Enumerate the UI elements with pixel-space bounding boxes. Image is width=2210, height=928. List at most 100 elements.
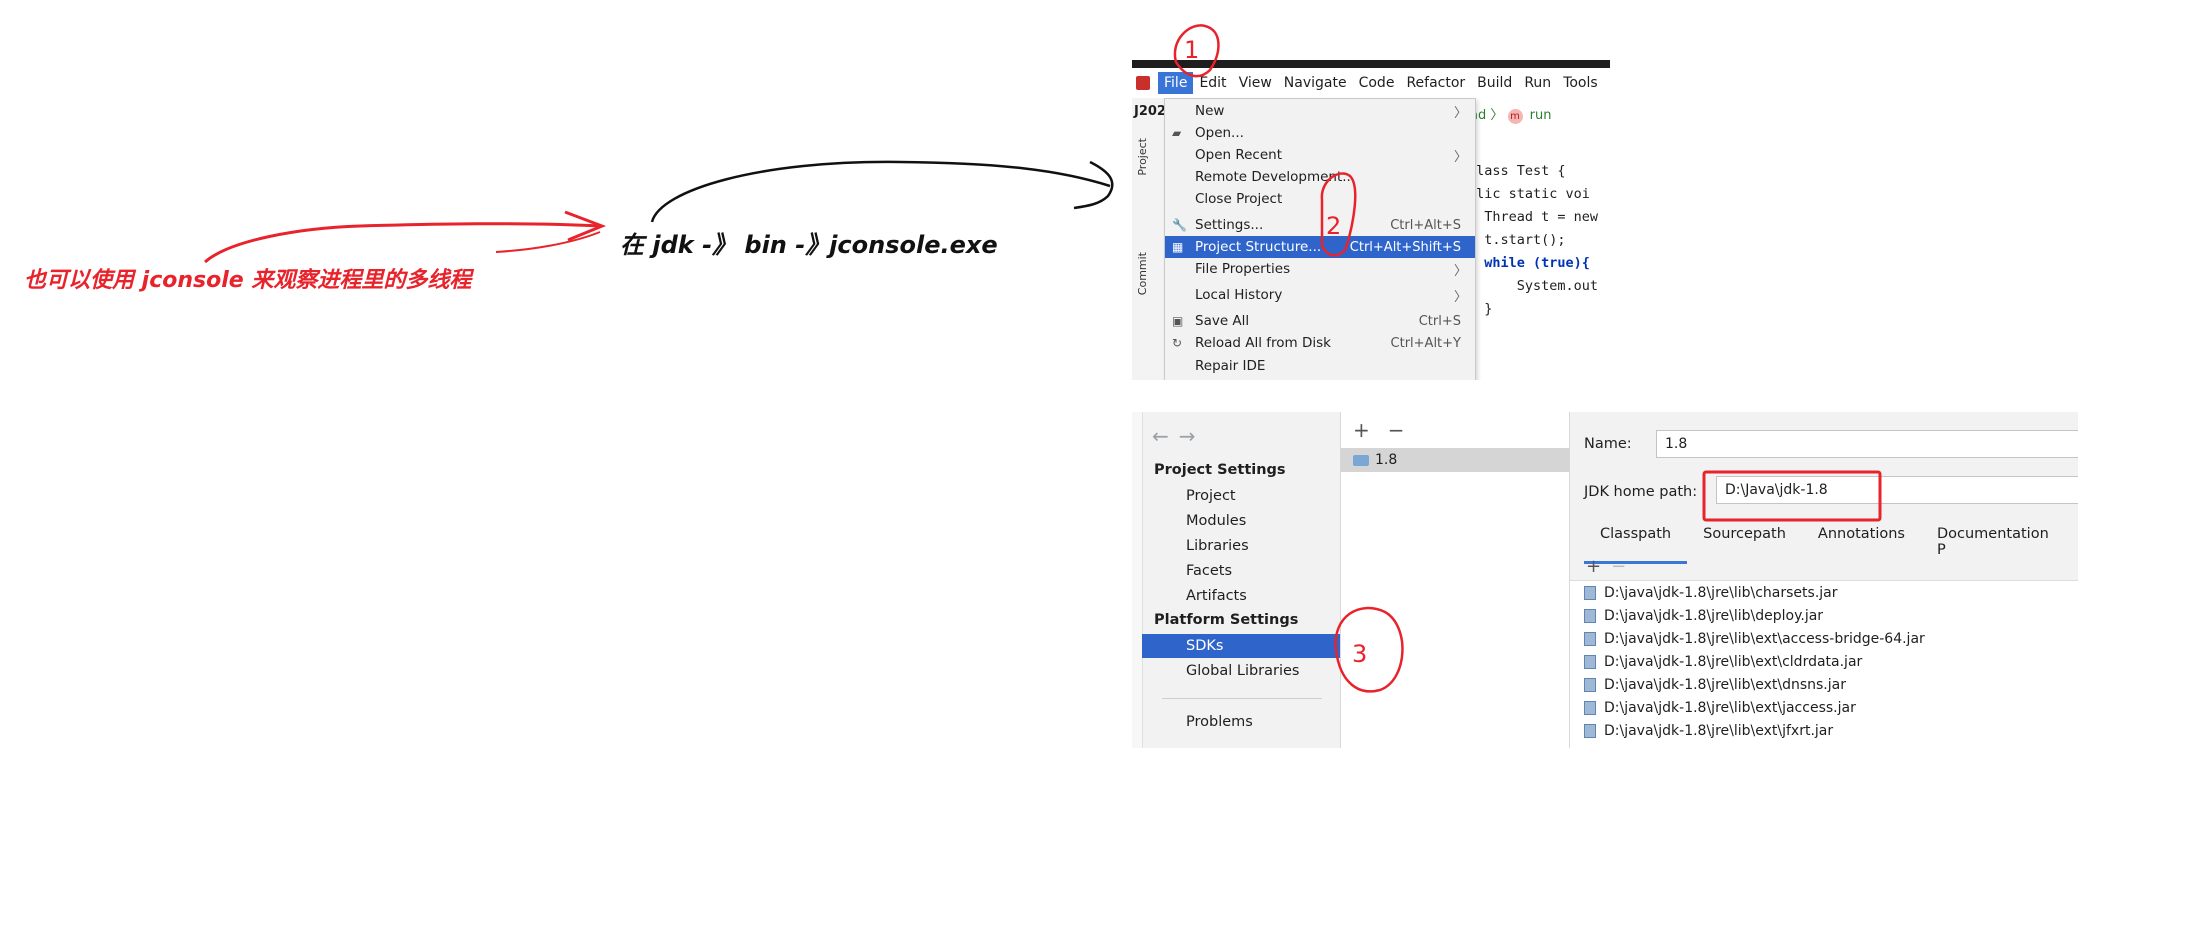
- jdk-home-label: JDK home path:: [1584, 484, 1698, 500]
- settings-sidebar: ←→ Project Settings Project Modules Libr…: [1132, 412, 1341, 748]
- sidebar-item-modules[interactable]: Modules: [1142, 509, 1340, 533]
- project-tool-tab[interactable]: Project: [1136, 138, 1149, 176]
- menu-item-repair-ide[interactable]: Repair IDE: [1165, 355, 1475, 377]
- nav-arrows: ←→: [1152, 424, 1206, 448]
- commit-tool-tab[interactable]: Commit: [1136, 252, 1149, 295]
- ide-file-menu-screenshot: File Edit View Navigate Code Refactor Bu…: [1132, 60, 1610, 380]
- menu-item-local-history[interactable]: Local History 〉: [1165, 284, 1475, 306]
- menu-code[interactable]: Code: [1353, 72, 1401, 94]
- menu-item-reload-all[interactable]: ↻ Reload All from Disk Ctrl+Alt+Y: [1165, 332, 1475, 354]
- sidebar-item-libraries[interactable]: Libraries: [1142, 534, 1340, 558]
- menu-run[interactable]: Run: [1518, 72, 1557, 94]
- jar-icon: [1584, 724, 1596, 738]
- project-settings-heading: Project Settings: [1154, 462, 1286, 478]
- code-line: Thread t = new: [1468, 209, 1599, 225]
- code-line: while (true){: [1468, 255, 1590, 271]
- chevron-right-icon: 〉: [1490, 108, 1504, 123]
- red-arrow: [204, 222, 601, 264]
- sidebar-item-artifacts[interactable]: Artifacts: [1142, 584, 1340, 608]
- name-label: Name:: [1584, 436, 1632, 452]
- sidebar-item-sdks[interactable]: SDKs: [1142, 634, 1340, 658]
- remove-icon[interactable]: −: [1388, 418, 1423, 442]
- title-bar: [1132, 60, 1610, 68]
- menu-item-save-all[interactable]: ▣ Save All Ctrl+S: [1165, 310, 1475, 332]
- menu-item-project-structure[interactable]: ▦ Project Structure... Ctrl+Alt+Shift+S: [1165, 236, 1475, 258]
- red-arrowhead: [564, 210, 607, 242]
- jar-icon: [1584, 701, 1596, 715]
- list-item[interactable]: D:\java\jdk-1.8\jre\lib\charsets.jar: [1584, 585, 1838, 601]
- jar-icon: [1584, 632, 1596, 646]
- code-line: blic static voi: [1468, 186, 1590, 202]
- list-item[interactable]: D:\java\jdk-1.8\jre\lib\ext\jfxrt.jar: [1584, 723, 1833, 739]
- project-name: J202: [1134, 104, 1166, 119]
- back-arrow-icon[interactable]: ←: [1152, 424, 1179, 448]
- menu-file[interactable]: File: [1158, 72, 1194, 94]
- menu-tools[interactable]: Tools: [1557, 72, 1604, 94]
- add-icon[interactable]: +: [1353, 418, 1388, 442]
- menu-item-open-recent[interactable]: Open Recent 〉: [1165, 144, 1475, 166]
- code-editor[interactable]: class Test { blic static voi Thread t = …: [1468, 160, 1598, 321]
- list-item[interactable]: D:\java\jdk-1.8\jre\lib\ext\dnsns.jar: [1584, 677, 1846, 693]
- jconsole-note: 也可以使用 jconsole 来观察进程里的多线程: [24, 268, 472, 293]
- tab-annotations[interactable]: Annotations: [1802, 522, 1921, 564]
- classpath-toolbar: +−: [1586, 556, 1636, 577]
- folder-icon: [1353, 454, 1369, 466]
- add-icon[interactable]: +: [1586, 556, 1611, 577]
- project-structure-icon: ▦: [1172, 240, 1184, 254]
- jar-icon: [1584, 586, 1596, 600]
- breadcrumb-method[interactable]: run: [1530, 108, 1552, 123]
- menu-refactor[interactable]: Refactor: [1400, 72, 1471, 94]
- list-item[interactable]: D:\java\jdk-1.8\jre\lib\ext\cldrdata.jar: [1584, 654, 1862, 670]
- forward-arrow-icon[interactable]: →: [1179, 424, 1206, 448]
- list-item[interactable]: D:\java\jdk-1.8\jre\lib\ext\jaccess.jar: [1584, 700, 1856, 716]
- chevron-right-icon: 〉: [1453, 149, 1467, 165]
- menu-bar: File Edit View Navigate Code Refactor Bu…: [1132, 68, 1610, 98]
- file-menu-dropdown: New 〉 ▰ Open... Open Recent 〉 Remote Devel…: [1164, 98, 1476, 380]
- method-icon: m: [1507, 109, 1523, 124]
- menu-item-file-properties[interactable]: File Properties 〉: [1165, 258, 1475, 280]
- divider: [1162, 698, 1322, 699]
- list-item[interactable]: D:\java\jdk-1.8\jre\lib\ext\access-bridg…: [1584, 631, 1925, 647]
- app-logo-icon: [1136, 76, 1150, 90]
- list-item[interactable]: D:\java\jdk-1.8\jre\lib\deploy.jar: [1584, 608, 1823, 624]
- black-arrowhead: [1073, 160, 1114, 210]
- sidebar-item-facets[interactable]: Facets: [1142, 559, 1340, 583]
- menu-item-settings[interactable]: 🔧 Settings... Ctrl+Alt+S: [1165, 214, 1475, 236]
- sdk-name-field[interactable]: 1.8: [1656, 430, 2078, 458]
- chevron-right-icon: 〉: [1453, 289, 1467, 305]
- menu-item-open[interactable]: ▰ Open...: [1165, 122, 1475, 144]
- sdk-list-item[interactable]: 1.8: [1341, 448, 1569, 472]
- jar-icon: [1584, 609, 1596, 623]
- folder-icon: ▰: [1172, 126, 1182, 140]
- jconsole-path-note: 在 jdk -》 bin -》jconsole.exe: [620, 231, 998, 259]
- menu-item-new[interactable]: New 〉: [1165, 100, 1475, 122]
- sidebar-item-project[interactable]: Project: [1142, 484, 1340, 508]
- sidebar-item-global-libraries[interactable]: Global Libraries: [1142, 659, 1340, 683]
- tab-documentation-paths[interactable]: Documentation P: [1921, 522, 2078, 564]
- jar-icon: [1584, 655, 1596, 669]
- code-line: System.out: [1468, 278, 1599, 294]
- menu-view[interactable]: View: [1233, 72, 1278, 94]
- menu-item-remote-development[interactable]: Remote Development...: [1165, 166, 1475, 188]
- chevron-right-icon: 〉: [1453, 105, 1467, 121]
- menu-build[interactable]: Build: [1471, 72, 1518, 94]
- save-icon: ▣: [1172, 314, 1184, 328]
- menu-navigate[interactable]: Navigate: [1278, 72, 1353, 94]
- tab-sourcepath[interactable]: Sourcepath: [1687, 522, 1802, 564]
- jar-icon: [1584, 678, 1596, 692]
- remove-icon[interactable]: −: [1611, 556, 1636, 577]
- jdk-home-path-field[interactable]: D:\Java\jdk-1.8: [1716, 476, 2078, 504]
- platform-settings-heading: Platform Settings: [1154, 612, 1299, 628]
- wrench-icon: 🔧: [1172, 218, 1187, 232]
- sdk-list-panel: +− 1.8: [1341, 412, 1570, 748]
- sdk-list-toolbar: +−: [1353, 418, 1423, 442]
- menu-item-close-project[interactable]: Close Project: [1165, 188, 1475, 210]
- classpath-list[interactable]: D:\java\jdk-1.8\jre\lib\charsets.jar D:\…: [1570, 580, 2078, 748]
- sidebar-item-problems[interactable]: Problems: [1142, 710, 1340, 734]
- project-structure-screenshot: ←→ Project Settings Project Modules Libr…: [1132, 412, 2078, 748]
- black-arrow: [650, 160, 1111, 223]
- sdk-details-panel: Name: 1.8 JDK home path: D:\Java\jdk-1.8…: [1570, 412, 2078, 748]
- tool-window-strip: J202 Project Commit: [1132, 98, 1167, 380]
- menu-edit[interactable]: Edit: [1193, 72, 1232, 94]
- sdk-tabs: Classpath Sourcepath Annotations Documen…: [1584, 522, 2078, 564]
